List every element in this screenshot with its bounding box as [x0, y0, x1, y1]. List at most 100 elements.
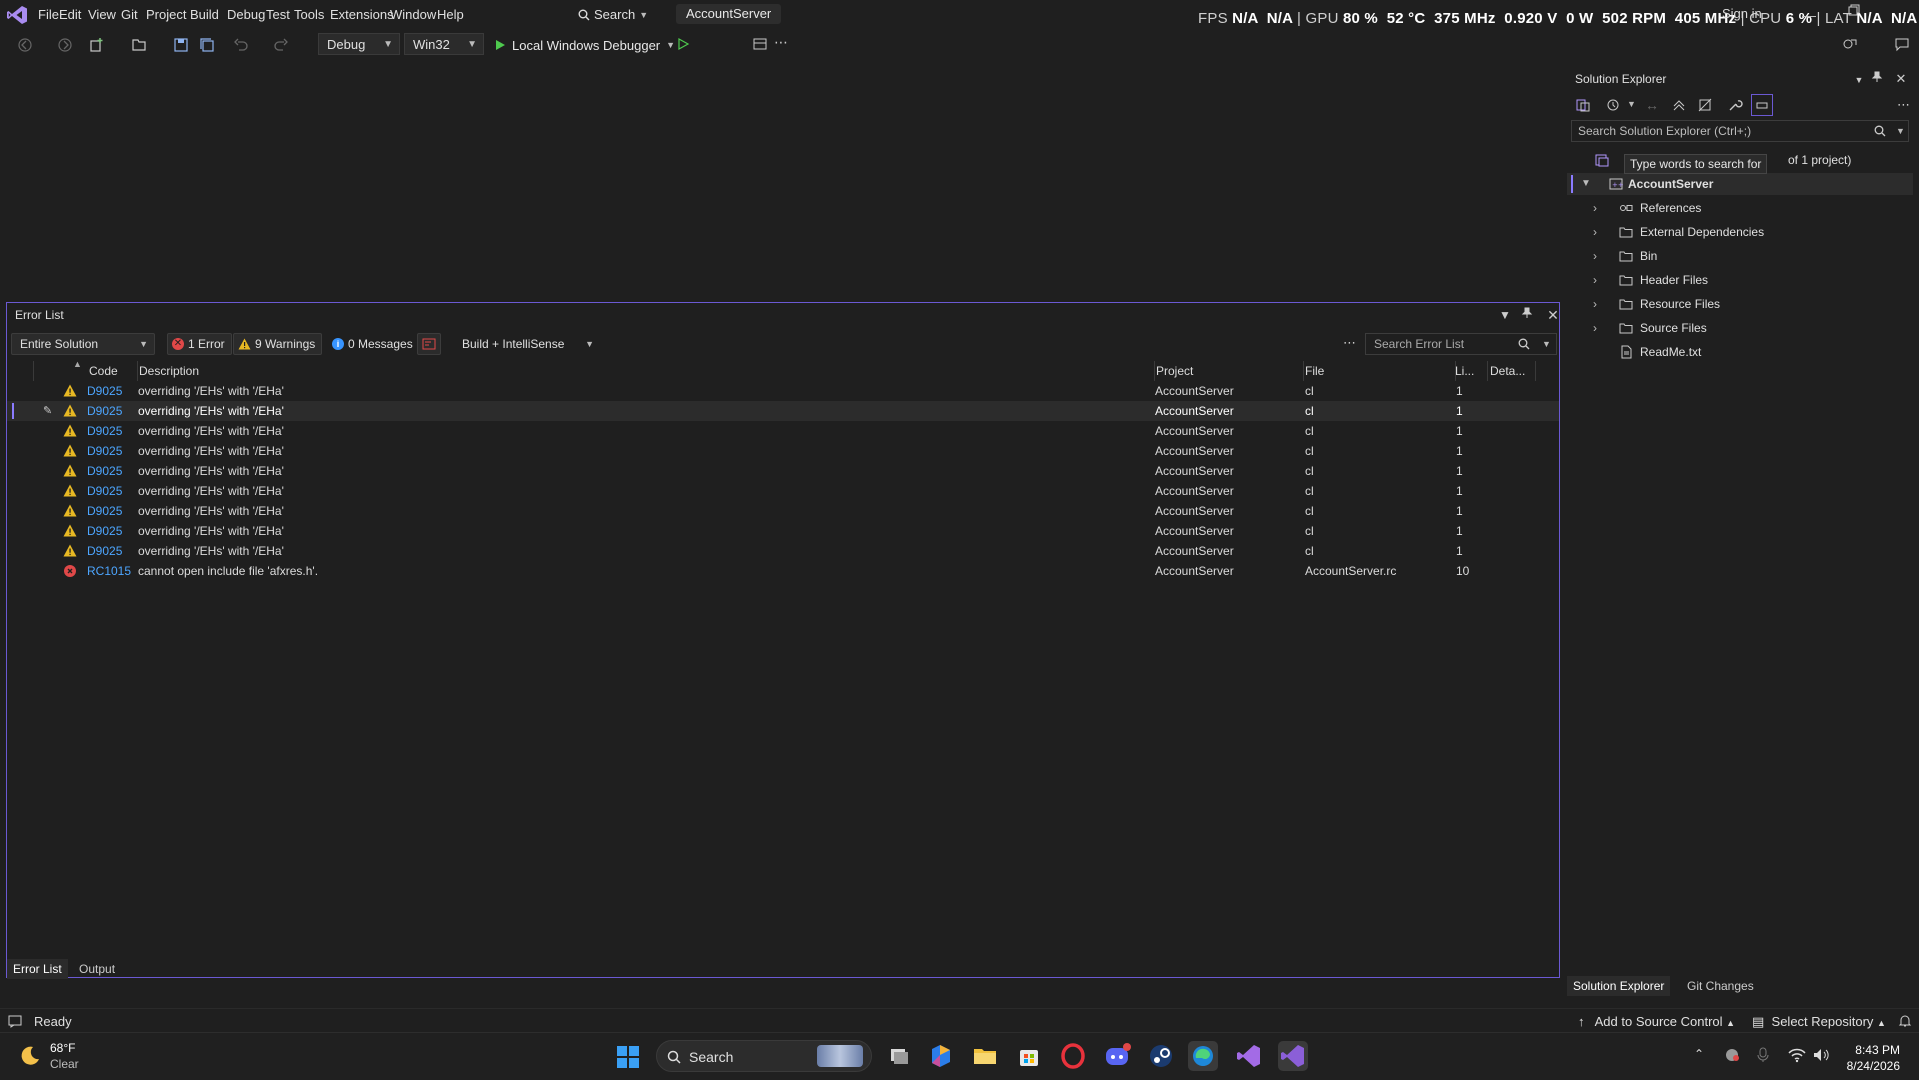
restore-icon[interactable]	[1848, 4, 1860, 16]
column-header-line[interactable]: Li...	[1455, 364, 1474, 378]
table-row[interactable]: D9025 overriding '/EHs' with '/EHa' Accoun…	[7, 461, 1559, 481]
switch-views-icon[interactable]	[1575, 97, 1591, 113]
messages-filter-toggle[interactable]: i 0 Messages	[327, 333, 420, 355]
search-icon[interactable]	[1518, 338, 1530, 350]
error-code-link[interactable]: D9025	[87, 381, 122, 401]
save-all-icon[interactable]	[198, 36, 216, 54]
tree-item-bin[interactable]: › Bin	[1567, 245, 1913, 267]
live-share-icon[interactable]	[1842, 36, 1858, 52]
feedback-icon[interactable]	[1894, 36, 1910, 52]
error-code-link[interactable]: RC1015	[87, 561, 131, 581]
more-options-icon[interactable]: ⋯	[774, 34, 788, 51]
table-row[interactable]: D9025 overriding '/EHs' with '/EHa' Accoun…	[7, 421, 1559, 441]
tree-item-readme-txt[interactable]: ReadMe.txt	[1567, 341, 1913, 363]
error-list-search-input[interactable]: Search Error List ▼	[1365, 333, 1557, 355]
steam-icon[interactable]	[1146, 1041, 1176, 1071]
chevron-down-icon[interactable]: ▼	[1542, 334, 1551, 354]
more-options-icon[interactable]: ⋯	[1897, 97, 1910, 113]
menu-item-help[interactable]: Help	[437, 7, 464, 22]
open-file-icon[interactable]	[130, 36, 148, 54]
notifications-icon[interactable]	[1898, 1014, 1912, 1028]
show-hidden-icons-chevron-icon[interactable]: ⌃	[1694, 1047, 1704, 1061]
quick-action-icon[interactable]: ✎	[43, 401, 52, 421]
navigate-back-icon[interactable]	[16, 36, 34, 54]
tab-error-list[interactable]: Error List	[7, 959, 68, 979]
column-header-details[interactable]: Deta...	[1490, 364, 1525, 378]
microsoft-365-icon[interactable]	[926, 1041, 956, 1071]
close-icon[interactable]: ✕	[1545, 307, 1561, 323]
filter-icon-button[interactable]	[417, 333, 441, 355]
start-debugging-button[interactable]: Local Windows Debugger ▼	[494, 34, 675, 56]
table-row[interactable]: D9025 overriding '/EHs' with '/EHa' Accoun…	[7, 541, 1559, 561]
warnings-filter-toggle[interactable]: 9 Warnings	[233, 333, 323, 355]
table-row[interactable]: D9025 overriding '/EHs' with '/EHa' Accoun…	[7, 481, 1559, 501]
chevron-down-icon[interactable]: ▼	[1581, 173, 1591, 195]
show-all-files-icon[interactable]	[1697, 97, 1713, 113]
table-row[interactable]: D9025 overriding '/EHs' with '/EHa' Accoun…	[7, 501, 1559, 521]
taskbar-clock-time[interactable]: 8:43 PM	[1810, 1043, 1900, 1057]
preview-selected-items-icon[interactable]	[1751, 94, 1773, 116]
error-code-link[interactable]: D9025	[87, 401, 122, 421]
table-row[interactable]: ✎ D9025 overriding '/EHs' with '/EHa' Accou…	[7, 401, 1559, 421]
minimize-icon[interactable]: —	[1802, 7, 1816, 23]
error-code-link[interactable]: D9025	[87, 541, 122, 561]
tab-git-changes[interactable]: Git Changes	[1681, 976, 1760, 996]
file-explorer-icon[interactable]	[970, 1041, 1000, 1071]
task-view-icon[interactable]	[884, 1041, 914, 1071]
source-filter-dropdown[interactable]: Build + IntelliSense ▼	[453, 333, 601, 355]
menu-item-project[interactable]: Project	[146, 7, 186, 22]
tab-solution-explorer[interactable]: Solution Explorer	[1567, 976, 1671, 996]
discord-icon[interactable]	[1102, 1041, 1132, 1071]
visual-studio-logo-icon[interactable]	[6, 5, 28, 25]
solution-explorer-search-input[interactable]: Search Solution Explorer (Ctrl+;) ▼	[1571, 120, 1909, 142]
chevron-right-icon[interactable]: ›	[1593, 197, 1597, 219]
tree-item-project[interactable]: ▼ ++ AccountServer	[1567, 173, 1913, 195]
error-code-link[interactable]: D9025	[87, 441, 122, 461]
taskbar-search-box[interactable]: Search	[656, 1040, 872, 1072]
new-project-icon[interactable]	[88, 36, 106, 54]
menu-item-extensions[interactable]: Extensions	[330, 7, 394, 22]
search-menu[interactable]: Search ▼	[578, 7, 648, 22]
chevron-right-icon[interactable]: ›	[1593, 293, 1597, 315]
visual-studio-active-icon[interactable]	[1278, 1041, 1308, 1071]
output-window-icon[interactable]	[8, 1014, 22, 1028]
scope-dropdown[interactable]: Entire Solution ▼	[11, 333, 155, 355]
opera-browser-icon[interactable]	[1058, 1041, 1088, 1071]
solution-name-badge[interactable]: AccountServer	[676, 4, 782, 24]
pin-icon[interactable]	[1871, 71, 1887, 87]
more-options-icon[interactable]: ⋯	[1343, 335, 1356, 351]
table-row[interactable]: D9025 overriding '/EHs' with '/EHa' Accoun…	[7, 381, 1559, 401]
navigate-forward-icon[interactable]	[56, 36, 74, 54]
save-icon[interactable]	[172, 36, 190, 54]
solution-platform-dropdown[interactable]: Win32 ▼	[404, 33, 484, 55]
sync-icon[interactable]: ↔	[1645, 97, 1659, 113]
select-repository-button[interactable]: ▤ Select Repository ▲	[1752, 1014, 1886, 1030]
column-header-file[interactable]: File	[1305, 364, 1324, 378]
close-icon[interactable]: ✕	[1893, 71, 1909, 87]
errors-filter-toggle[interactable]: ✕ 1 Error	[167, 333, 232, 355]
menu-item-file[interactable]: File	[38, 7, 59, 22]
chevron-right-icon[interactable]: ›	[1593, 317, 1597, 339]
visual-studio-icon[interactable]	[1234, 1041, 1264, 1071]
chevron-down-icon[interactable]: ▼	[1896, 121, 1905, 141]
error-code-link[interactable]: D9025	[87, 421, 122, 441]
chevron-down-icon[interactable]: ▼	[1497, 307, 1513, 323]
redo-icon[interactable]	[272, 36, 290, 54]
undo-icon[interactable]	[232, 36, 250, 54]
tree-item-external-dependencies[interactable]: › External Dependencies	[1567, 221, 1913, 243]
microphone-icon[interactable]	[1756, 1047, 1770, 1063]
solution-configuration-dropdown[interactable]: Debug ▼	[318, 33, 400, 55]
weather-condition[interactable]: Clear	[50, 1057, 79, 1071]
menu-item-view[interactable]: View	[88, 7, 116, 22]
chevron-right-icon[interactable]: ›	[1593, 245, 1597, 267]
table-row[interactable]: D9025 overriding '/EHs' with '/EHa' Accoun…	[7, 441, 1559, 461]
chevron-down-icon[interactable]: ▼	[1627, 99, 1636, 109]
chevron-right-icon[interactable]: ›	[1593, 269, 1597, 291]
menu-item-test[interactable]: Test	[266, 7, 290, 22]
weather-moon-icon[interactable]	[18, 1044, 42, 1068]
tree-item-references[interactable]: › References	[1567, 197, 1913, 219]
table-row[interactable]: D9025 overriding '/EHs' with '/EHa' Accoun…	[7, 521, 1559, 541]
tree-item-header-files[interactable]: › Header Files	[1567, 269, 1913, 291]
sign-in-link[interactable]: Sign in	[1722, 6, 1762, 21]
start-without-debugging-icon[interactable]	[676, 37, 690, 51]
